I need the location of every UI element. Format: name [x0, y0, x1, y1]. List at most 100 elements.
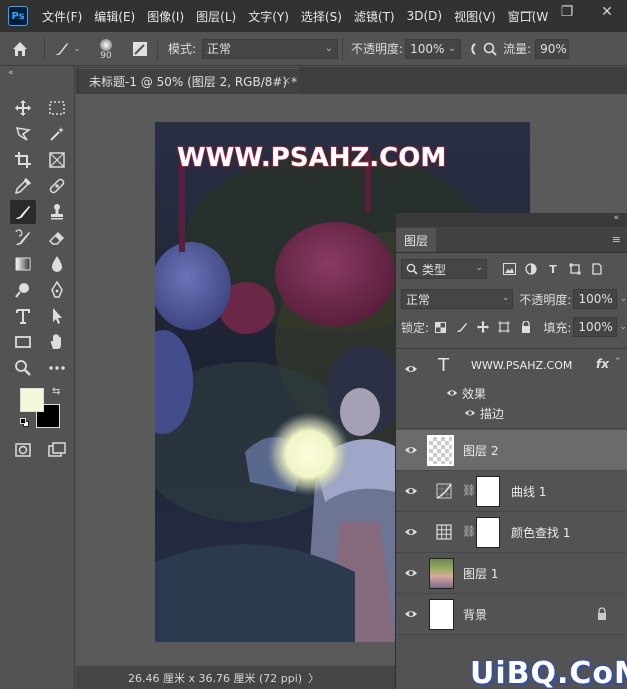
brush-preset-icon[interactable]: ⌄: [49, 40, 85, 58]
dodge-tool-icon[interactable]: [10, 278, 36, 302]
mode-dropdown[interactable]: 正常 ⌄: [202, 38, 339, 59]
tab-layers[interactable]: 图层: [396, 228, 437, 252]
layer-row-layer-1[interactable]: 图层 1: [396, 553, 627, 594]
type-tool-icon[interactable]: [10, 304, 36, 328]
search-icon[interactable]: [479, 42, 501, 56]
layer-row-background[interactable]: 背景: [396, 594, 627, 635]
visibility-eye-icon[interactable]: [404, 607, 418, 621]
default-colors-icon[interactable]: [20, 418, 30, 428]
opacity-field[interactable]: 100% ⌄: [405, 38, 462, 59]
layer-row-text[interactable]: T WWW.PSAHZ.COM fx ⌃ 效果 描边: [396, 349, 627, 429]
menu-filter[interactable]: 滤镜(T): [348, 8, 401, 25]
more-tools-icon[interactable]: [44, 356, 70, 380]
collapse-icon[interactable]: «: [8, 68, 14, 78]
status-menu-icon[interactable]: 〉: [308, 670, 319, 686]
layer-opacity-field[interactable]: 100%: [573, 289, 618, 309]
lock-pixels-icon[interactable]: [454, 319, 469, 335]
brush-settings-icon[interactable]: [127, 41, 153, 57]
gradient-tool-icon[interactable]: [10, 252, 36, 276]
flow-field[interactable]: 90%: [535, 38, 570, 59]
layer-mask-thumbnail[interactable]: [476, 476, 500, 507]
brush-size-picker[interactable]: 90: [85, 37, 127, 61]
eyedropper-tool-icon[interactable]: [10, 174, 36, 198]
pen-tool-icon[interactable]: [44, 278, 70, 302]
blur-tool-icon[interactable]: [44, 252, 70, 276]
eraser-tool-icon[interactable]: [44, 226, 70, 250]
visibility-eye-icon[interactable]: [464, 407, 476, 419]
curves-adjustment-icon: [436, 483, 452, 499]
chevron-down-icon[interactable]: ⌄: [619, 322, 627, 332]
mode-value: 正常: [207, 42, 232, 56]
layer-filter-row: 类型 ⌄ T: [396, 253, 627, 285]
lock-artboard-icon[interactable]: [497, 319, 512, 335]
menu-edit[interactable]: 编辑(E): [88, 8, 141, 25]
menu-view[interactable]: 视图(V): [448, 8, 502, 25]
document-tab[interactable]: 未标题-1 @ 50% (图层 2, RGB/8#) * ×: [79, 68, 299, 93]
menu-image[interactable]: 图像(I): [141, 8, 190, 25]
panel-drag-bar[interactable]: «: [396, 213, 627, 227]
menu-bar: Ps 文件(F) 编辑(E) 图像(I) 图层(L) 文字(Y) 选择(S) 滤…: [0, 0, 627, 32]
lock-all-icon[interactable]: [518, 319, 533, 335]
marquee-tool-icon[interactable]: [44, 96, 70, 120]
visibility-eye-icon[interactable]: [404, 443, 418, 457]
minimize-button[interactable]: —: [507, 0, 547, 24]
lock-transparency-icon[interactable]: [433, 319, 448, 335]
chain-link-icon[interactable]: ⛓: [462, 525, 476, 541]
foreground-color-swatch[interactable]: [20, 388, 44, 412]
frame-tool-icon[interactable]: [44, 148, 70, 172]
history-brush-tool-icon[interactable]: [10, 226, 36, 250]
rectangle-tool-icon[interactable]: [10, 330, 36, 354]
layer-effects-fx-icon[interactable]: fx: [596, 357, 609, 371]
blend-mode-dropdown[interactable]: 正常 ⌄: [401, 289, 514, 309]
layer-row-color-lookup[interactable]: ⛓ 颜色查找 1: [396, 512, 627, 553]
collapse-icon[interactable]: «: [613, 213, 619, 223]
lock-icon[interactable]: [596, 607, 608, 621]
filter-pixel-icon[interactable]: [501, 261, 517, 277]
panel-menu-icon[interactable]: ≡: [612, 233, 621, 246]
magic-wand-tool-icon[interactable]: [44, 122, 70, 146]
chevron-down-icon[interactable]: ⌄: [619, 294, 627, 304]
layer-mask-thumbnail[interactable]: [476, 517, 500, 548]
close-icon[interactable]: ×: [282, 74, 291, 87]
healing-brush-tool-icon[interactable]: [44, 174, 70, 198]
zoom-tool-icon[interactable]: [10, 356, 36, 380]
home-icon[interactable]: [0, 40, 40, 58]
restore-button[interactable]: ❐: [547, 0, 587, 24]
visibility-eye-icon[interactable]: [404, 484, 418, 498]
move-tool-icon[interactable]: [10, 96, 36, 120]
filter-shape-icon[interactable]: [567, 261, 583, 277]
visibility-eye-icon[interactable]: [404, 362, 418, 376]
hand-tool-icon[interactable]: [44, 330, 70, 354]
menu-type[interactable]: 文字(Y): [242, 8, 295, 25]
swap-colors-icon[interactable]: ⇆: [52, 386, 60, 397]
crop-tool-icon[interactable]: [10, 148, 36, 172]
layer-opacity-label: 不透明度:: [519, 292, 572, 307]
visibility-eye-icon[interactable]: [404, 566, 418, 580]
visibility-eye-icon[interactable]: [404, 525, 418, 539]
filter-smart-object-icon[interactable]: [589, 261, 605, 277]
close-button[interactable]: ✕: [587, 0, 627, 24]
quick-mask-icon[interactable]: [10, 438, 36, 462]
brush-tool-icon[interactable]: [10, 200, 36, 224]
menu-3d[interactable]: 3D(D): [401, 9, 448, 23]
menu-file[interactable]: 文件(F): [36, 8, 88, 25]
fill-field[interactable]: 100%: [573, 317, 618, 337]
visibility-eye-icon[interactable]: [446, 387, 458, 399]
lock-position-icon[interactable]: [476, 319, 491, 335]
clone-stamp-tool-icon[interactable]: [44, 200, 70, 224]
menu-select[interactable]: 选择(S): [295, 8, 348, 25]
chevron-up-icon[interactable]: ⌃: [614, 357, 622, 367]
path-selection-tool-icon[interactable]: [44, 304, 70, 328]
filter-adjustment-icon[interactable]: [523, 261, 539, 277]
menu-layer[interactable]: 图层(L): [190, 8, 242, 25]
site-watermark: UiBQ.CoM: [470, 656, 627, 689]
chain-link-icon[interactable]: ⛓: [462, 484, 476, 500]
lasso-tool-icon[interactable]: [10, 122, 36, 146]
stroke-effect-label: 描边: [480, 407, 505, 421]
pressure-opacity-icon[interactable]: [465, 42, 479, 56]
layer-row-curves[interactable]: ⛓ 曲线 1: [396, 471, 627, 512]
filter-type-icon[interactable]: T: [545, 261, 561, 277]
screen-mode-icon[interactable]: [44, 438, 70, 462]
layer-filter-dropdown[interactable]: 类型 ⌄: [401, 259, 487, 279]
layer-row-layer-2[interactable]: 图层 2: [396, 430, 627, 471]
